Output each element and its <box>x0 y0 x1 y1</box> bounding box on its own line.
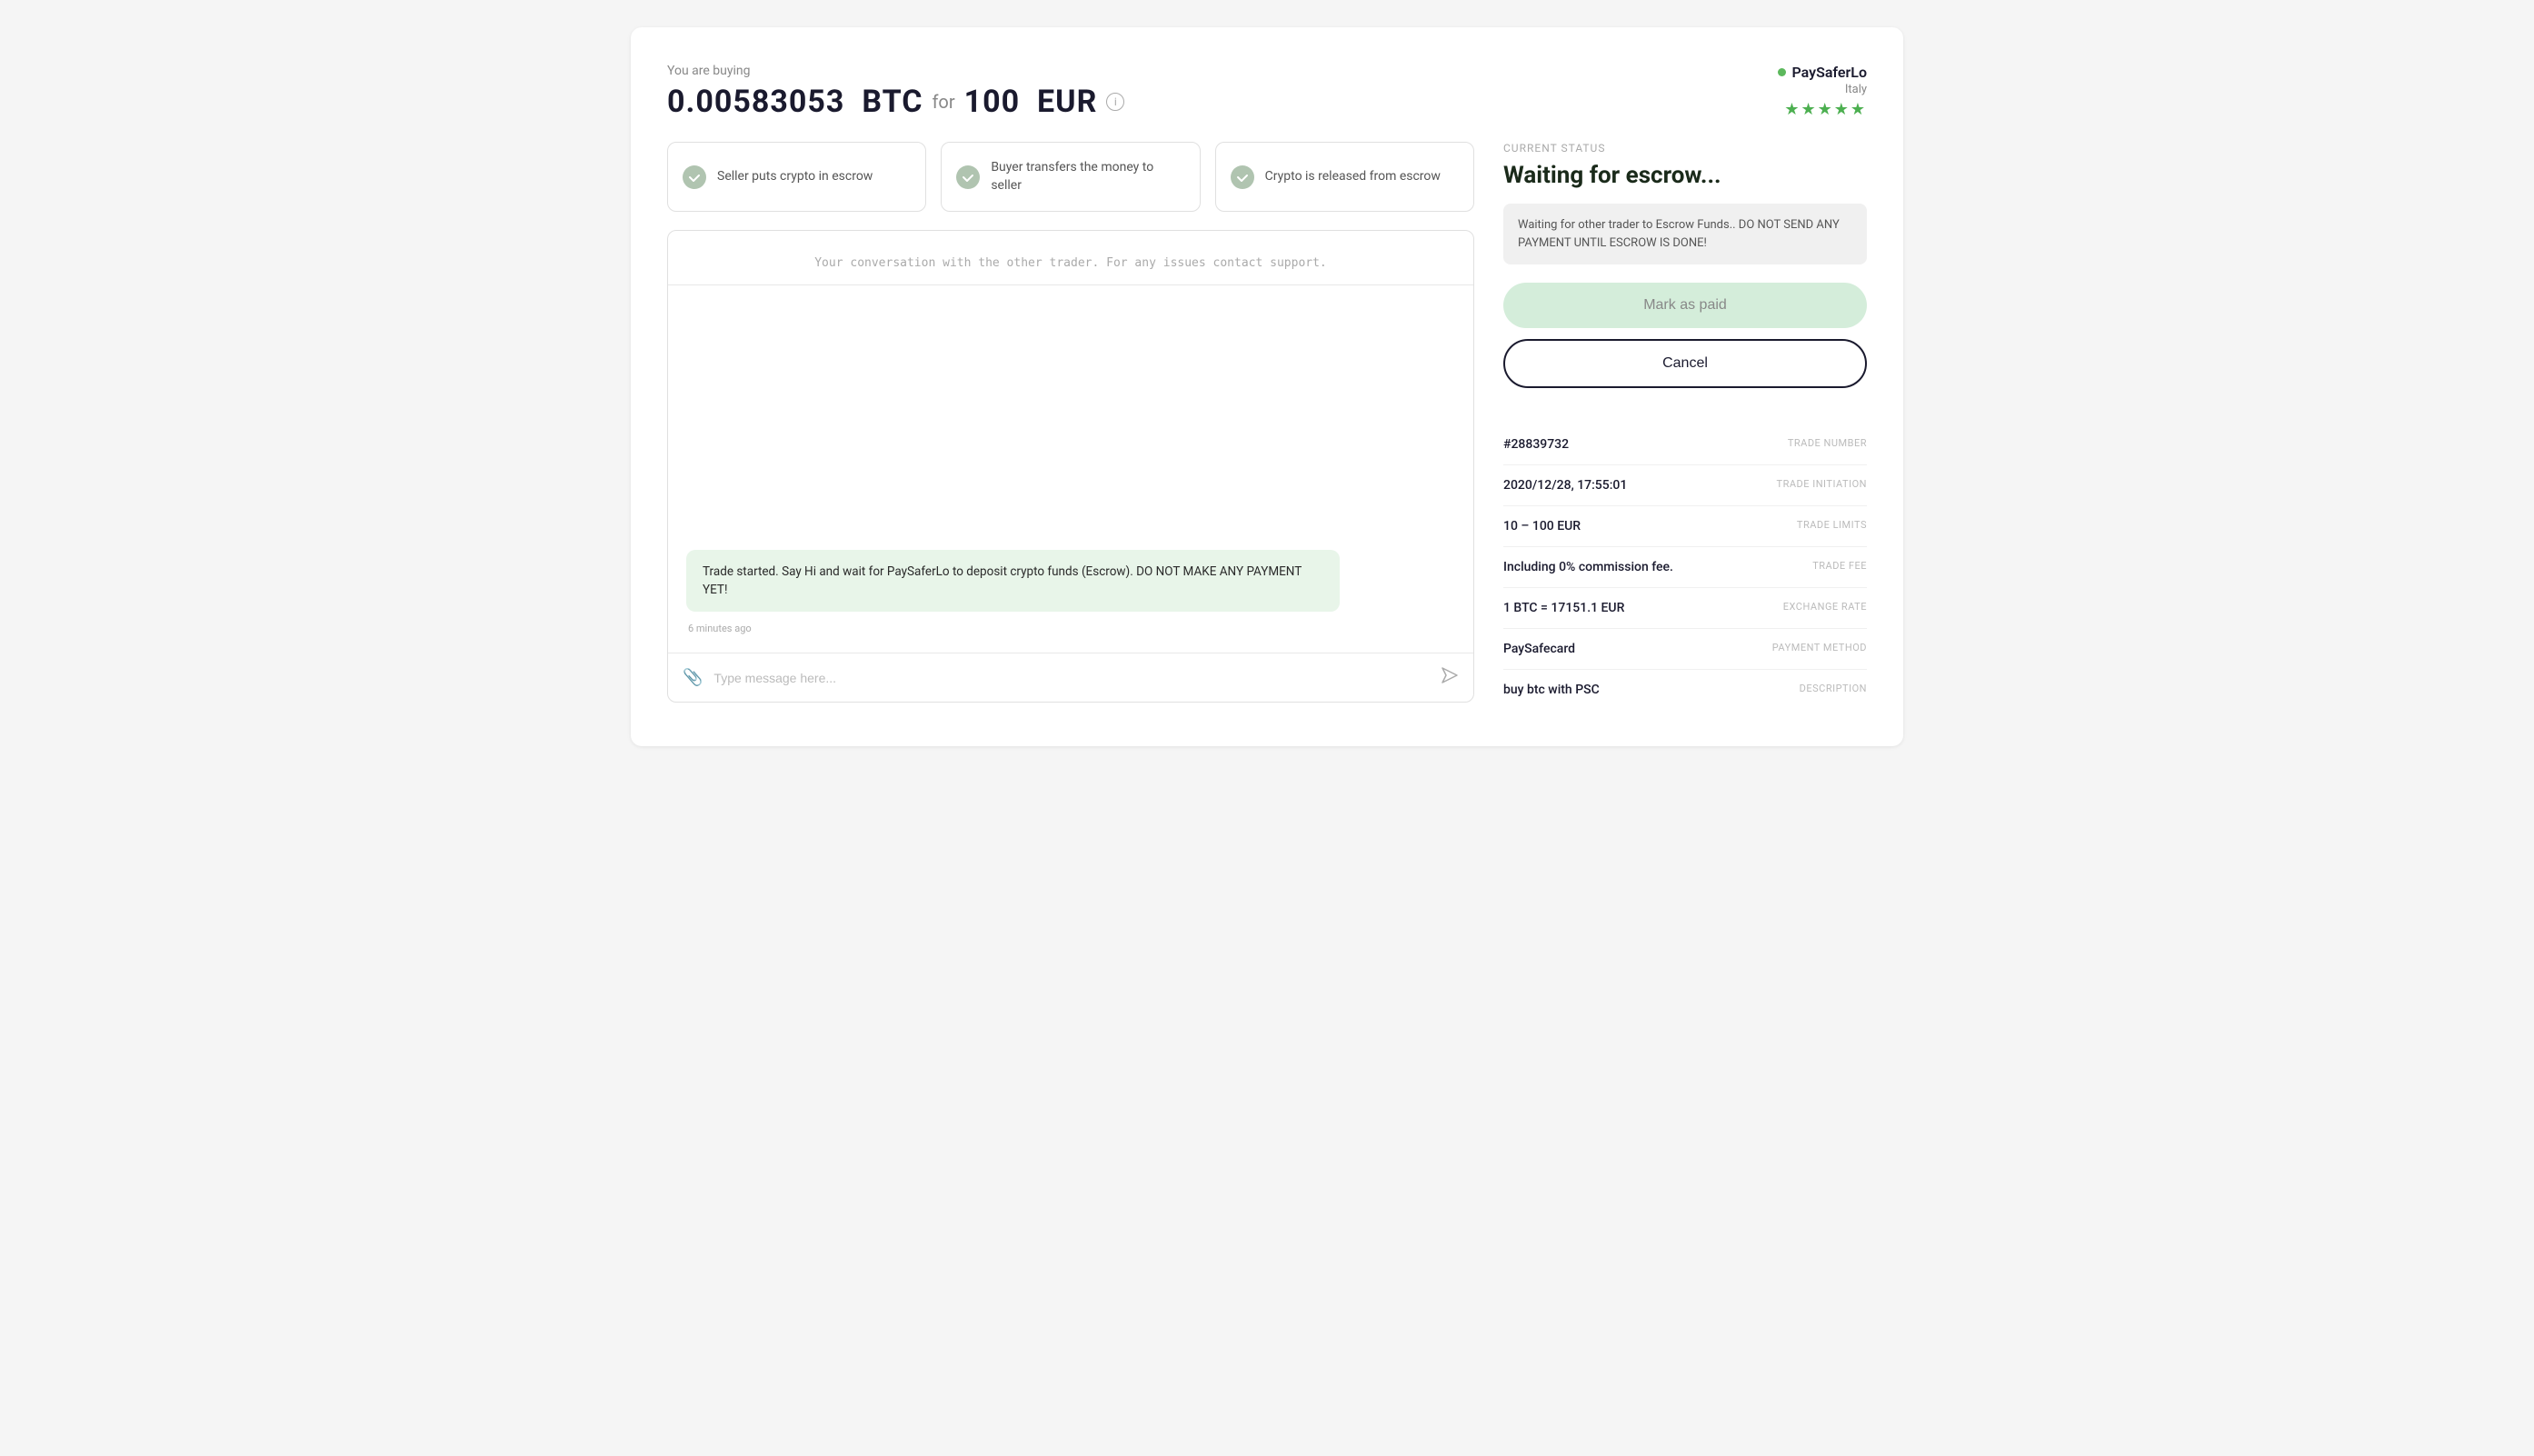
mark-as-paid-button: Mark as paid <box>1503 283 1867 328</box>
trade-row-fee: Including 0% commission fee. TRADE FEE <box>1503 547 1867 588</box>
step-2-text: Buyer transfers the money to seller <box>991 159 1184 194</box>
step-3-check <box>1231 165 1254 189</box>
step-2-check <box>956 165 980 189</box>
trade-description-key: DESCRIPTION <box>1800 683 1867 694</box>
trade-initiation-key: TRADE INITIATION <box>1777 478 1868 490</box>
chat-input-row: 📎 <box>668 653 1473 702</box>
buying-section: You are buying 0.00583053 BTC for 100 EU… <box>667 64 1124 120</box>
left-panel: Seller puts crypto in escrow Buyer trans… <box>667 142 1474 710</box>
trade-row-initiation: 2020/12/28, 17:55:01 TRADE INITIATION <box>1503 465 1867 506</box>
top-bar: You are buying 0.00583053 BTC for 100 EU… <box>667 64 1867 120</box>
trade-details: #28839732 TRADE NUMBER 2020/12/28, 17:55… <box>1503 424 1867 710</box>
trade-fee-value: Including 0% commission fee. <box>1503 560 1673 574</box>
trade-limits-value: 10 – 100 EUR <box>1503 519 1581 534</box>
step-1-text: Seller puts crypto in escrow <box>717 168 873 186</box>
main-layout: Seller puts crypto in escrow Buyer trans… <box>667 142 1867 710</box>
step-1-card: Seller puts crypto in escrow <box>667 142 926 212</box>
chat-messages: Trade started. Say Hi and wait for PaySa… <box>668 285 1473 653</box>
send-icon[interactable] <box>1441 666 1459 689</box>
trade-row-description: buy btc with PSC DESCRIPTION <box>1503 670 1867 710</box>
trade-row-exchange: 1 BTC = 17151.1 EUR EXCHANGE RATE <box>1503 588 1867 629</box>
eur-amount: 100 EUR <box>964 84 1098 120</box>
for-text: for <box>932 91 954 113</box>
cancel-button[interactable]: Cancel <box>1503 339 1867 388</box>
trade-payment-key: PAYMENT METHOD <box>1772 642 1867 653</box>
chat-header-note: Your conversation with the other trader.… <box>668 231 1473 285</box>
step-3-card: Crypto is released from escrow <box>1215 142 1474 212</box>
current-status-label: CURRENT STATUS <box>1503 142 1867 155</box>
trade-number-key: TRADE NUMBER <box>1788 437 1867 449</box>
trade-number-value: #28839732 <box>1503 437 1569 452</box>
chat-input[interactable] <box>713 671 1430 685</box>
message-time: 6 minutes ago <box>686 623 1455 634</box>
status-box: Waiting for other trader to Escrow Funds… <box>1503 204 1867 264</box>
step-3-text: Crypto is released from escrow <box>1265 168 1441 186</box>
trade-row-number: #28839732 TRADE NUMBER <box>1503 424 1867 465</box>
main-container: You are buying 0.00583053 BTC for 100 EU… <box>631 27 1903 746</box>
status-title: Waiting for escrow... <box>1503 162 1867 189</box>
online-dot <box>1778 68 1786 76</box>
seller-name[interactable]: PaySaferLo <box>1791 64 1867 81</box>
trade-initiation-value: 2020/12/28, 17:55:01 <box>1503 478 1627 493</box>
trade-row-payment: PaySafecard PAYMENT METHOD <box>1503 629 1867 670</box>
system-message: Trade started. Say Hi and wait for PaySa… <box>686 550 1340 613</box>
trade-limits-key: TRADE LIMITS <box>1797 519 1867 531</box>
seller-info: PaySaferLo Italy ★★★★★ <box>1778 64 1867 119</box>
step-2-card: Buyer transfers the money to seller <box>941 142 1200 212</box>
attach-icon[interactable]: 📎 <box>683 668 703 687</box>
seller-stars: ★★★★★ <box>1784 100 1867 119</box>
trade-description-value: buy btc with PSC <box>1503 683 1600 697</box>
buying-amount: 0.00583053 BTC for 100 EUR i <box>667 84 1124 120</box>
trade-row-limits: 10 – 100 EUR TRADE LIMITS <box>1503 506 1867 547</box>
buying-label: You are buying <box>667 64 1124 78</box>
trade-payment-value: PaySafecard <box>1503 642 1575 656</box>
trade-exchange-value: 1 BTC = 17151.1 EUR <box>1503 601 1624 615</box>
chat-area: Your conversation with the other trader.… <box>667 230 1474 703</box>
right-panel: CURRENT STATUS Waiting for escrow... Wai… <box>1503 142 1867 710</box>
steps-row: Seller puts crypto in escrow Buyer trans… <box>667 142 1474 212</box>
seller-country: Italy <box>1845 83 1867 96</box>
trade-fee-key: TRADE FEE <box>1812 560 1867 572</box>
info-icon[interactable]: i <box>1106 93 1124 111</box>
btc-amount: 0.00583053 BTC <box>667 84 923 120</box>
seller-name-row: PaySaferLo <box>1778 64 1867 81</box>
trade-exchange-key: EXCHANGE RATE <box>1783 601 1867 613</box>
step-1-check <box>683 165 706 189</box>
